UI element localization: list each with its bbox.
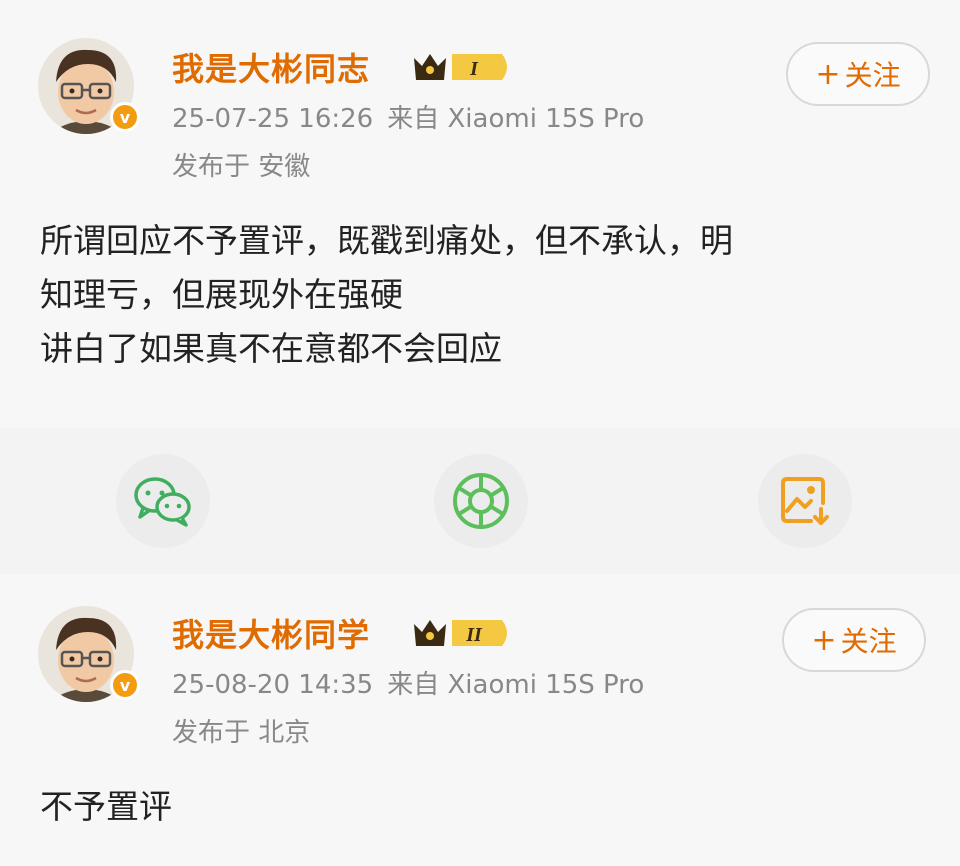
post-card-1: v 我是大彬同志 I 25-07-25 16:26 来自 Xiaomi 15S P… xyxy=(0,0,960,428)
follow-button[interactable]: + 关注 xyxy=(782,608,926,672)
follow-label: 关注 xyxy=(844,59,901,92)
crown-level-badge-icon: I xyxy=(414,54,507,80)
moments-share-button[interactable] xyxy=(434,454,528,548)
post-card-2: v 我是大彬同学 II 25-08-20 14:35 来自 Xiaomi 15S … xyxy=(0,574,960,866)
source-device: Xiaomi 15S Pro xyxy=(447,670,645,700)
post-date: 25-08-20 14:35 xyxy=(172,670,374,700)
save-image-icon xyxy=(781,477,829,525)
avatar[interactable]: v xyxy=(38,38,140,134)
share-bar xyxy=(0,428,960,574)
post-location: 发布于 安徽 xyxy=(172,152,311,182)
follow-button[interactable]: + 关注 xyxy=(786,42,930,106)
source-prefix: 来自 xyxy=(387,104,440,134)
source-prefix: 来自 xyxy=(387,670,440,700)
avatar[interactable]: v xyxy=(38,606,140,702)
wechat-icon xyxy=(134,477,191,527)
plus-icon: + xyxy=(815,56,841,92)
source-device: Xiaomi 15S Pro xyxy=(447,104,645,134)
username[interactable]: 我是大彬同志 xyxy=(172,44,370,90)
post-text: 不予置评 xyxy=(40,787,172,826)
badge-level-text: I xyxy=(469,58,479,80)
verified-badge-icon: v xyxy=(110,670,140,700)
moments-icon xyxy=(453,473,509,529)
post-text: 所谓回应不予置评，既戳到痛处，但不承认，明 知理亏，但展现外在强硬 讲白了如果真… xyxy=(40,221,733,368)
post-meta: 25-08-20 14:35 来自 Xiaomi 15S Pro xyxy=(172,664,644,701)
follow-label: 关注 xyxy=(840,625,897,658)
post-date: 25-07-25 16:26 xyxy=(172,104,374,134)
post-meta: 25-07-25 16:26 来自 Xiaomi 15S Pro xyxy=(172,98,644,135)
crown-level-badge-icon: II xyxy=(414,620,507,646)
verified-badge-icon: v xyxy=(110,102,140,132)
username[interactable]: 我是大彬同学 xyxy=(172,610,370,656)
badge-level-text: II xyxy=(465,624,483,646)
save-image-button[interactable] xyxy=(758,454,852,548)
post-location: 发布于 北京 xyxy=(172,718,311,748)
plus-icon: + xyxy=(811,622,837,658)
wechat-share-button[interactable] xyxy=(116,454,210,548)
